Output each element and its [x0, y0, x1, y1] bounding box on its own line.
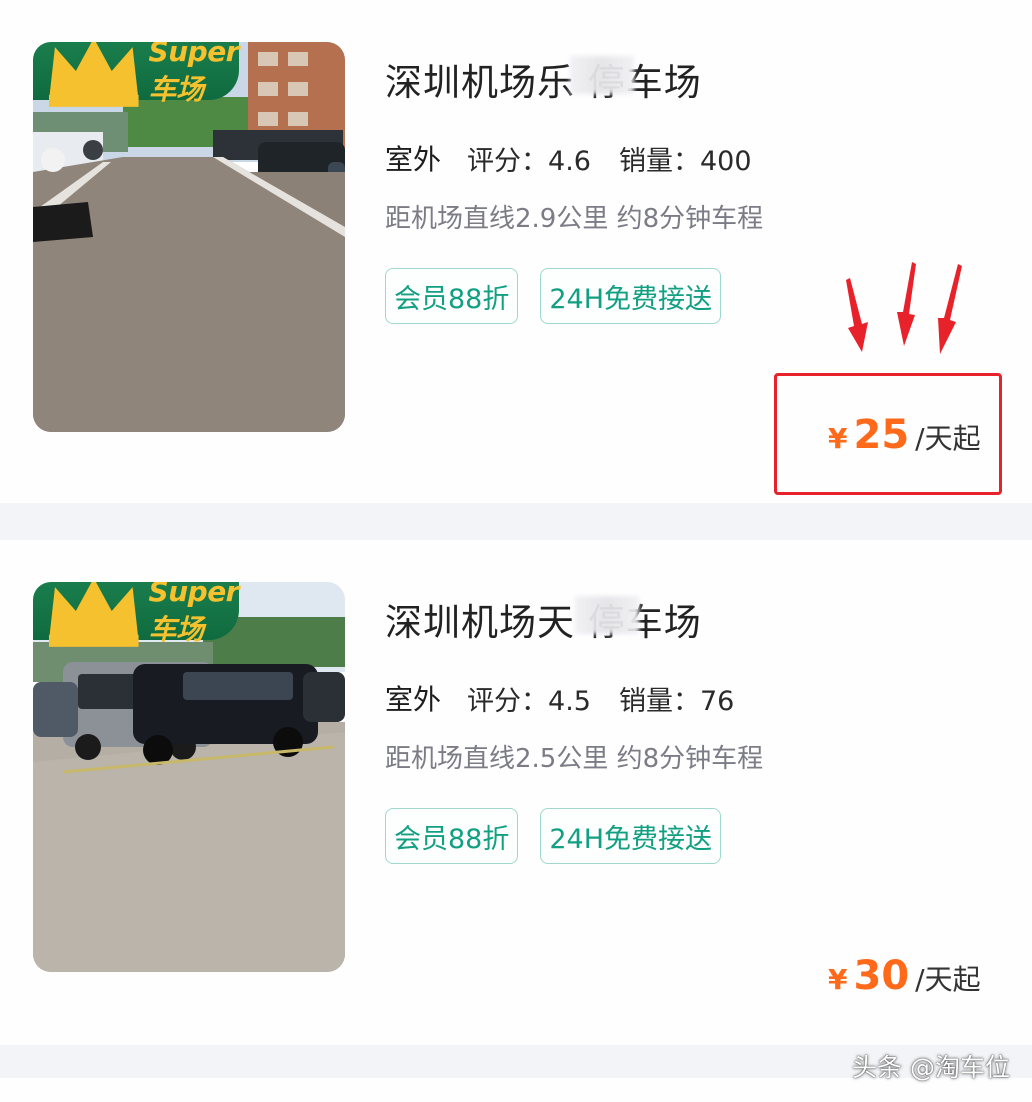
shuttle-tag: 24H免费接送	[540, 268, 722, 324]
rating-value: 4.5	[548, 685, 591, 717]
parking-lot-photo[interactable]: Super车场	[33, 42, 345, 432]
price-unit: /天起	[915, 422, 981, 455]
price-unit: /天起	[915, 963, 981, 996]
currency-symbol: ¥	[828, 422, 848, 455]
sales-field: 销量：400	[619, 139, 752, 178]
listing-meta: 室外 评分：4.6 销量：400	[385, 138, 780, 182]
sales-label: 销量：	[618, 685, 700, 717]
rating-label: 评分：	[467, 685, 549, 717]
listing-title[interactable]: 深圳机场天 停车场	[385, 592, 702, 646]
sales-label: 销量：	[618, 145, 700, 177]
rating-label: 评分：	[467, 145, 549, 177]
sales-field: 销量：76	[619, 679, 734, 718]
parking-listing-card[interactable]: Super车场 深圳机场乐 停车场 室外 评分：4.6 销量：400 距机场直线…	[0, 0, 1032, 503]
super-parking-badge: Super车场	[33, 42, 240, 107]
price: ¥ 30 /天起	[828, 953, 981, 999]
price-value: 30	[853, 953, 910, 999]
benefit-tags: 会员88折 24H免费接送	[385, 268, 743, 324]
parking-listing-card[interactable]: Super车场 深圳机场天 停车场 室外 评分：4.5 销量：76 距机场直线2…	[0, 540, 1032, 1045]
badge-label: Super车场	[148, 582, 240, 646]
crown-icon	[48, 582, 139, 647]
sales-value: 400	[699, 145, 752, 177]
parking-lot-photo[interactable]: Super车场	[33, 582, 345, 972]
lot-type-label: 室外	[385, 678, 446, 722]
listing-meta: 室外 评分：4.5 销量：76	[385, 678, 762, 722]
price: ¥ 25 /天起	[828, 412, 981, 458]
benefit-tags: 会员88折 24H免费接送	[385, 808, 743, 864]
distance-info: 距机场直线2.5公里 约8分钟车程	[385, 744, 764, 774]
shuttle-tag: 24H免费接送	[540, 808, 722, 864]
lot-type-label: 室外	[385, 138, 446, 182]
member-discount-tag: 会员88折	[385, 808, 519, 864]
watermark: 头条 @淘车位	[852, 1053, 1010, 1082]
distance-info: 距机场直线2.9公里 约8分钟车程	[385, 204, 764, 234]
price-value: 25	[853, 412, 910, 458]
listing-title[interactable]: 深圳机场乐 停车场	[385, 52, 702, 106]
rating-field: 评分：4.5	[467, 679, 591, 718]
super-parking-badge: Super车场	[33, 582, 240, 647]
obscured-name-patch	[575, 596, 639, 634]
annotation-arrows	[846, 262, 962, 354]
currency-symbol: ¥	[828, 963, 848, 996]
rating-value: 4.6	[548, 145, 591, 177]
badge-label: Super车场	[148, 42, 240, 106]
obscured-name-patch	[570, 56, 634, 94]
crown-icon	[48, 42, 139, 107]
sales-value: 76	[699, 685, 735, 717]
member-discount-tag: 会员88折	[385, 268, 519, 324]
rating-field: 评分：4.6	[467, 139, 591, 178]
